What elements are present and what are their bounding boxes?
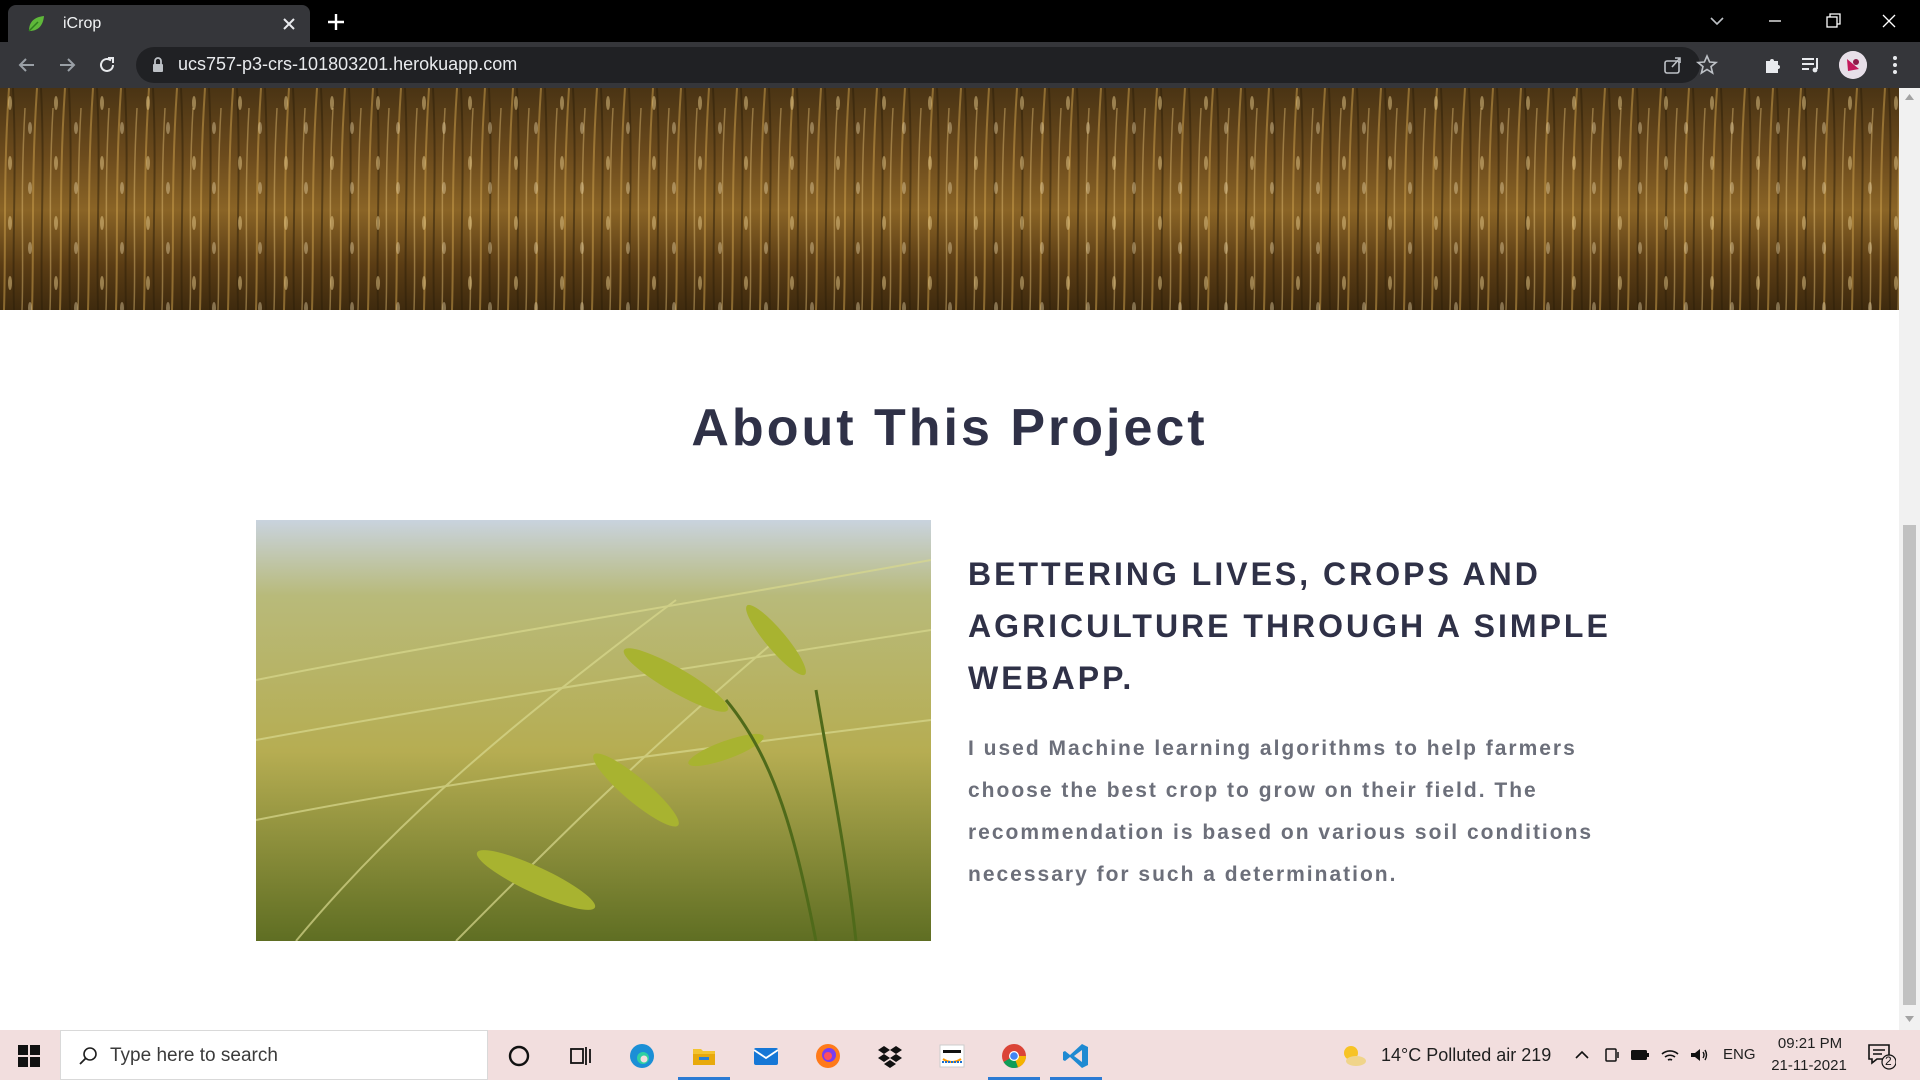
- about-description: I used Machine learning algorithms to he…: [968, 737, 1594, 886]
- bookmark-star-icon[interactable]: [1694, 52, 1720, 78]
- tab-icrop[interactable]: iCrop: [8, 5, 310, 42]
- chevron-up-icon[interactable]: [1572, 1045, 1592, 1065]
- dropbox-icon: [878, 1046, 902, 1068]
- minimize-icon[interactable]: [1762, 8, 1788, 34]
- search-placeholder: Type here to search: [110, 1045, 278, 1066]
- wheat-field-banner-image: [0, 88, 1899, 310]
- restore-icon[interactable]: [1820, 8, 1846, 34]
- task-view-button[interactable]: [551, 1033, 609, 1080]
- extensions-puzzle-icon[interactable]: [1760, 52, 1786, 78]
- cortana-button[interactable]: [490, 1033, 548, 1080]
- dropbox-button[interactable]: [861, 1033, 919, 1080]
- chrome-button[interactable]: [985, 1033, 1043, 1080]
- firefox-icon: [816, 1044, 840, 1068]
- wheat-closeup-image: [256, 520, 931, 941]
- url-text: ucs757-p3-crs-101803201.herokuapp.com: [178, 54, 518, 74]
- back-arrow-icon[interactable]: [14, 52, 40, 78]
- clock-date[interactable]: 21-11-2021: [1766, 1057, 1852, 1074]
- page-scrollbar[interactable]: [1899, 88, 1920, 1030]
- firefox-button[interactable]: [799, 1033, 857, 1080]
- input-language[interactable]: ENG: [1723, 1046, 1756, 1063]
- media-queue-icon[interactable]: [1798, 52, 1824, 78]
- weather-partly-sunny-icon[interactable]: [1340, 1042, 1368, 1068]
- action-center-button[interactable]: 2: [1866, 1042, 1896, 1070]
- reload-icon[interactable]: [94, 52, 120, 78]
- mail-button[interactable]: [737, 1033, 795, 1080]
- forward-arrow-icon[interactable]: [54, 52, 80, 78]
- mail-icon: [753, 1048, 779, 1065]
- task-view-icon: [570, 1047, 591, 1065]
- taskbar-search-box[interactable]: Type here to search: [60, 1030, 488, 1080]
- vscode-icon: [1063, 1044, 1088, 1068]
- page-viewport: About This Project BETTERING LIVES, CROP…: [0, 88, 1899, 1030]
- notification-count: 2: [1885, 1054, 1892, 1068]
- edge-icon: [630, 1044, 654, 1068]
- close-icon[interactable]: [281, 16, 297, 32]
- volume-icon[interactable]: [1689, 1045, 1709, 1065]
- cortana-icon: [508, 1045, 530, 1067]
- wifi-icon[interactable]: [1660, 1045, 1680, 1065]
- wheat-ears-graphic: [256, 520, 931, 941]
- scroll-down-arrow-icon[interactable]: [1904, 1014, 1915, 1024]
- address-bar[interactable]: ucs757-p3-crs-101803201.herokuapp.com: [136, 47, 1719, 83]
- avatar-image-icon: [1839, 51, 1867, 79]
- scrollbar-thumb[interactable]: [1903, 525, 1916, 1005]
- chrome-icon: [1002, 1044, 1026, 1068]
- windows-start-icon[interactable]: [17, 1044, 41, 1068]
- file-explorer-button[interactable]: [675, 1033, 733, 1080]
- chevron-down-icon[interactable]: [1706, 10, 1728, 32]
- clock-time[interactable]: 09:21 PM: [1770, 1035, 1850, 1052]
- weather-status[interactable]: 14°C Polluted air 219: [1381, 1045, 1551, 1066]
- new-tab-plus-icon[interactable]: [325, 11, 347, 33]
- window-close-icon[interactable]: [1876, 8, 1902, 34]
- browser-tab-strip: iCrop: [0, 0, 1920, 42]
- lock-icon: [153, 57, 163, 72]
- wheat-texture-graphic: [0, 88, 1899, 310]
- vscode-button[interactable]: [1047, 1033, 1105, 1080]
- share-icon[interactable]: [1660, 52, 1686, 78]
- leaf-icon: [28, 16, 44, 32]
- search-icon: [79, 1047, 97, 1065]
- battery-icon[interactable]: [1630, 1045, 1650, 1065]
- device-icon[interactable]: [1602, 1045, 1622, 1065]
- browser-toolbar: ucs757-p3-crs-101803201.herokuapp.com: [0, 42, 1920, 88]
- about-heading: BETTERING LIVES, CROPS AND AGRICULTURE T…: [968, 556, 1611, 696]
- kebab-menu-icon[interactable]: [1882, 52, 1908, 78]
- edge-button[interactable]: [613, 1033, 671, 1080]
- tab-title: iCrop: [63, 15, 102, 32]
- profile-avatar[interactable]: [1839, 51, 1867, 79]
- file-explorer-icon: [693, 1049, 715, 1065]
- amazon-icon: [939, 1044, 965, 1068]
- amazon-button[interactable]: [923, 1033, 981, 1080]
- windows-taskbar: Type here to search 14°C Polluted air 21…: [0, 1030, 1920, 1080]
- section-title: About This Project: [691, 399, 1208, 457]
- scroll-up-arrow-icon[interactable]: [1904, 92, 1915, 102]
